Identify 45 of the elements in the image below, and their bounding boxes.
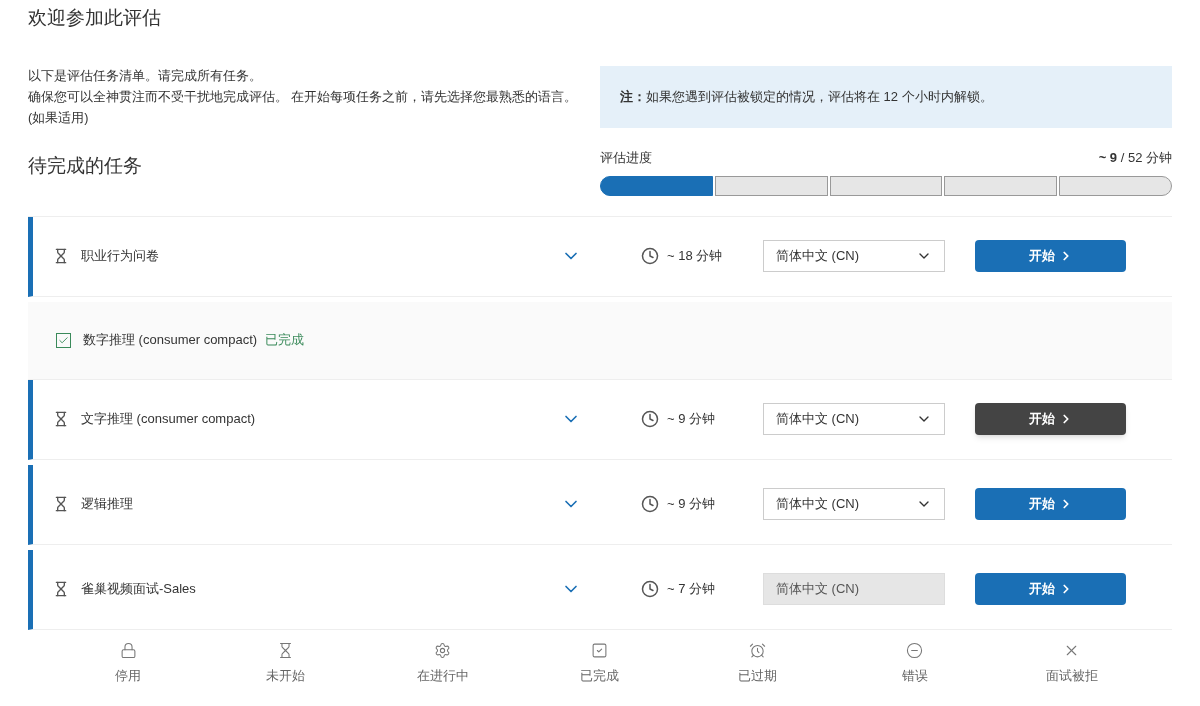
legend-label: 面试被拒 — [1045, 667, 1098, 685]
legend-label: 停用 — [115, 667, 141, 685]
language-select[interactable]: 简体中文 (CN) — [763, 240, 945, 272]
duration-text: ~ 7 分钟 — [667, 580, 717, 599]
progress-reading: ~ 9 / 52 分钟 — [1098, 149, 1172, 167]
language-select[interactable]: 简体中文 (CN) — [763, 488, 945, 520]
start-button[interactable]: 开始 — [975, 573, 1126, 605]
intro-text: 确保您可以全神贯注而不受干扰地完成评估。 在开始每项任务之前，请先选择您最熟悉的语言。 (如果适用) — [28, 89, 579, 127]
checkbox-icon — [591, 641, 609, 659]
progress-label: 评估进度 — [600, 149, 652, 167]
hourglass-icon — [53, 581, 69, 597]
section-title: 待完成的任务 — [28, 155, 143, 176]
task-name: 逻辑推理 — [81, 495, 134, 514]
clock-icon — [641, 247, 659, 265]
hourglass-icon — [53, 248, 69, 264]
task-name: 职业行为问卷 — [81, 247, 160, 266]
status-text: 已完成 — [265, 331, 305, 350]
hourglass-icon — [53, 411, 69, 427]
legend-label: 已过期 — [737, 667, 777, 685]
clock-icon — [641, 580, 659, 598]
hourglass-icon — [53, 496, 69, 512]
gear-icon — [434, 641, 452, 659]
start-button[interactable]: 开始 — [975, 488, 1126, 520]
task-name: 文字推理 (consumer compact) — [81, 410, 257, 429]
language-select[interactable]: 简体中文 (CN) — [763, 403, 945, 435]
check-icon — [56, 332, 71, 348]
duration-text: ~ 9 分钟 — [667, 495, 717, 514]
duration-text: ~ 18 分钟 — [667, 247, 724, 266]
intro-text: 以下是评估任务清单。请完成所有任务。 — [28, 68, 263, 85]
legend-label: 未开始 — [265, 667, 305, 685]
legend-label: 在进行中 — [416, 667, 469, 685]
start-button[interactable]: 开始 — [975, 240, 1126, 272]
clock-icon — [641, 410, 659, 428]
legend-label: 错误 — [901, 667, 928, 685]
note-text: 注：如果您遇到评估被锁定的情况，评估将在 12 个小时内解锁。 — [620, 88, 993, 107]
start-button[interactable]: 开始 — [975, 403, 1126, 435]
duration-text: ~ 9 分钟 — [667, 410, 717, 429]
alarm-clock-icon — [748, 641, 766, 659]
lock-icon — [119, 641, 137, 659]
clock-icon — [641, 495, 659, 513]
page-title: 欢迎参加此评估 — [28, 6, 162, 30]
task-name: 数字推理 (consumer compact) — [83, 331, 258, 350]
legend-label: 已完成 — [580, 667, 620, 685]
task-name: 雀巢视频面试-Sales — [81, 580, 197, 599]
minus-circle-icon — [906, 641, 924, 659]
